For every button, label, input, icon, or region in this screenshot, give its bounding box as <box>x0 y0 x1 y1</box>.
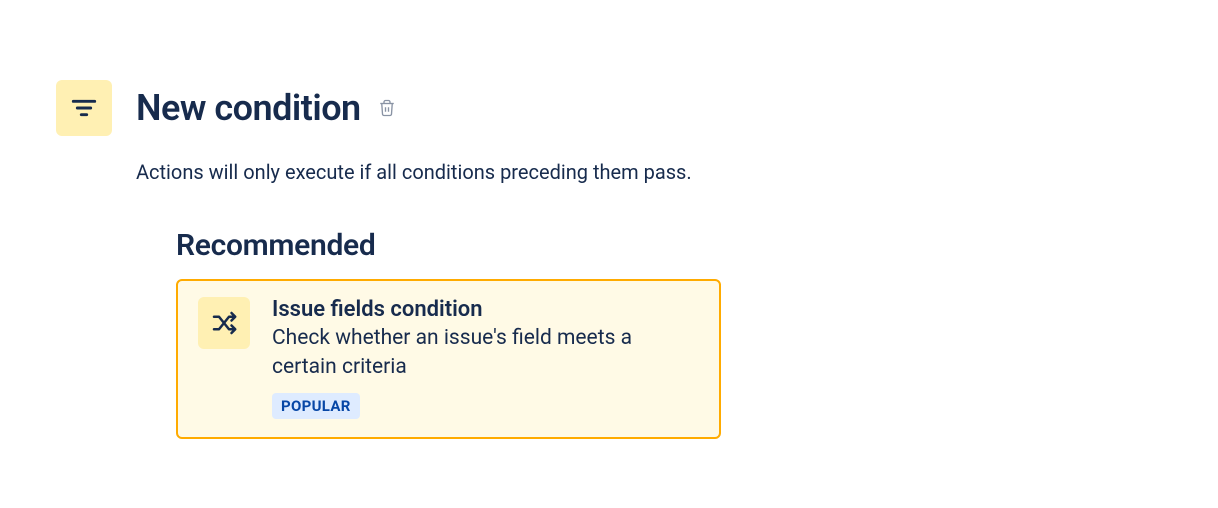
issue-fields-condition-card[interactable]: Issue fields condition Check whether an … <box>176 279 721 439</box>
filter-icon <box>68 92 100 124</box>
card-icon-box <box>198 297 250 349</box>
card-content: Issue fields condition Check whether an … <box>272 297 699 419</box>
card-description: Check whether an issue's field meets a c… <box>272 324 699 383</box>
recommended-section: Recommended Issue fields condition Check… <box>176 228 1162 439</box>
title-group: New condition <box>136 87 399 129</box>
trash-icon <box>378 98 396 118</box>
header-row: New condition <box>56 80 1162 136</box>
header-description: Actions will only execute if all conditi… <box>136 160 1162 184</box>
popular-badge: POPULAR <box>272 393 360 419</box>
card-title: Issue fields condition <box>272 297 699 322</box>
delete-button[interactable] <box>375 96 399 120</box>
recommended-heading: Recommended <box>176 228 1162 263</box>
shuffle-icon <box>209 308 239 338</box>
page-title: New condition <box>136 87 361 129</box>
condition-icon-box <box>56 80 112 136</box>
